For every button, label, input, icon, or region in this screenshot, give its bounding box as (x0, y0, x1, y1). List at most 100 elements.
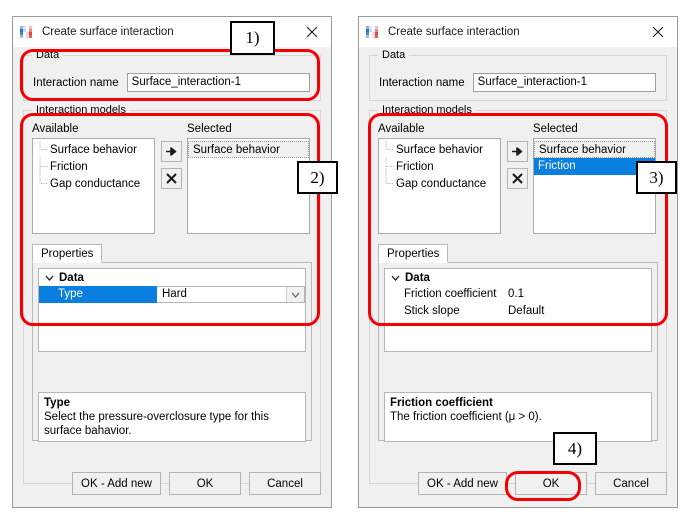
tree-branch-icon (39, 175, 48, 184)
selected-label: Selected (187, 123, 232, 135)
close-icon[interactable] (293, 17, 331, 47)
selected-listbox[interactable]: Surface behavior (187, 138, 310, 234)
chevron-down-icon[interactable] (389, 271, 402, 284)
available-listbox[interactable]: Surface behavior Friction Gap conductanc… (378, 138, 501, 234)
description-box: Type Select the pressure-overclosure typ… (38, 392, 306, 442)
available-column: Available Surface behavior Friction Gap … (378, 123, 501, 234)
list-item-label: Surface behavior (396, 143, 483, 156)
list-item-label: Surface behavior (50, 143, 137, 156)
interaction-name-label: Interaction name (33, 76, 119, 89)
transfer-buttons (501, 123, 533, 195)
properties-panel: Data Type Hard Type Select the pressure-… (32, 263, 312, 442)
lists-row: Available Surface behavior Friction Gap … (378, 123, 658, 234)
list-item[interactable]: Surface behavior (33, 141, 154, 158)
data-group: Data Interaction name Surface_interactio… (23, 49, 321, 101)
interaction-models-group: Interaction models Available Surface beh… (369, 104, 667, 484)
list-item[interactable]: Surface behavior (379, 141, 500, 158)
available-listbox[interactable]: Surface behavior Friction Gap conductanc… (32, 138, 155, 234)
close-icon[interactable] (639, 17, 677, 47)
property-row[interactable]: Stick slope Default (385, 303, 651, 320)
property-value[interactable]: Default (503, 303, 651, 320)
transfer-buttons (155, 123, 187, 195)
property-grid[interactable]: Data Type Hard (38, 268, 306, 352)
data-group-legend: Data (378, 49, 410, 61)
cancel-button[interactable]: Cancel (595, 472, 667, 495)
property-category-row[interactable]: Data (385, 269, 651, 286)
description-title: Friction coefficient (390, 397, 493, 409)
abaqus-mesh-icon (20, 25, 32, 38)
tabstrip: Properties (378, 243, 658, 263)
list-item[interactable]: Gap conductance (33, 175, 154, 192)
property-name[interactable]: Type (39, 286, 157, 303)
description-text: Select the pressure-overclosure type for… (44, 411, 269, 437)
dialog-title: Create surface interaction (42, 26, 174, 38)
chevron-down-icon[interactable] (286, 287, 304, 302)
list-item[interactable]: Friction (379, 158, 500, 175)
property-category-label: Data (405, 271, 430, 284)
lists-row: Available Surface behavior Friction Gap … (32, 123, 312, 234)
ok-add-new-button[interactable]: OK - Add new (72, 472, 161, 495)
list-item[interactable]: Surface behavior (188, 141, 309, 158)
dialog-body: Data Interaction name Surface_interactio… (13, 47, 331, 507)
dialog-body: Data Interaction name Surface_interactio… (359, 47, 677, 507)
close-x-icon[interactable] (160, 168, 182, 189)
property-name[interactable]: Friction coefficient (385, 286, 503, 303)
dialog-footer: OK - Add new OK Cancel (369, 472, 667, 495)
property-value[interactable]: Hard (157, 286, 305, 303)
dialog-title: Create surface interaction (388, 26, 520, 38)
ok-add-new-button[interactable]: OK - Add new (418, 472, 507, 495)
property-category-label: Data (59, 271, 84, 284)
list-item[interactable]: Surface behavior (534, 141, 655, 158)
annotation-label-3: 3) (636, 161, 677, 194)
abaqus-mesh-icon (366, 25, 378, 38)
list-item-label: Gap conductance (50, 177, 141, 190)
data-group: Data Interaction name Surface_interactio… (369, 49, 667, 101)
tree-branch-icon (385, 141, 394, 150)
tab-properties[interactable]: Properties (378, 244, 449, 263)
arrow-right-icon[interactable] (506, 141, 528, 162)
interaction-name-input[interactable]: Surface_interaction-1 (472, 73, 656, 92)
property-value[interactable]: 0.1 (503, 286, 651, 303)
description-box: Friction coefficient The friction coeffi… (384, 392, 652, 442)
ok-button[interactable]: OK (169, 472, 241, 495)
cancel-button[interactable]: Cancel (249, 472, 321, 495)
annotation-label-1: 1) (230, 21, 275, 55)
annotation-label-2: 2) (297, 161, 338, 194)
properties-panel: Data Friction coefficient 0.1 Stick slop… (378, 263, 658, 442)
selected-label: Selected (533, 123, 578, 135)
ok-button[interactable]: OK (515, 472, 587, 495)
tab-properties[interactable]: Properties (32, 244, 103, 263)
arrow-right-icon[interactable] (160, 141, 182, 162)
chevron-down-icon[interactable] (43, 271, 56, 284)
interaction-name-label: Interaction name (379, 76, 465, 89)
tree-branch-icon (39, 141, 48, 150)
dialog-footer: OK - Add new OK Cancel (23, 472, 321, 495)
tabstrip: Properties (32, 243, 312, 263)
property-row[interactable]: Type Hard (39, 286, 305, 303)
titlebar: Create surface interaction (13, 17, 331, 47)
available-label: Available (32, 123, 79, 135)
property-category-row[interactable]: Data (39, 269, 305, 286)
available-column: Available Surface behavior Friction Gap … (32, 123, 155, 234)
list-item-label: Friction (396, 160, 434, 173)
list-item-label: Friction (50, 160, 88, 173)
available-label: Available (378, 123, 425, 135)
interaction-models-group: Interaction models Available Surface beh… (23, 104, 321, 484)
list-item[interactable]: Gap conductance (379, 175, 500, 192)
interaction-models-legend: Interaction models (378, 104, 476, 116)
interaction-name-input[interactable]: Surface_interaction-1 (126, 73, 310, 92)
close-x-icon[interactable] (506, 168, 528, 189)
list-item[interactable]: Friction (33, 158, 154, 175)
description-title: Type (44, 397, 70, 409)
annotation-label-4: 4) (553, 432, 597, 465)
property-value-text: Hard (162, 288, 187, 300)
tree-branch-icon (385, 175, 394, 184)
titlebar: Create surface interaction (359, 17, 677, 47)
selected-column: Selected Surface behavior (187, 123, 310, 234)
property-row[interactable]: Friction coefficient 0.1 (385, 286, 651, 303)
tree-branch-icon (39, 158, 48, 175)
interaction-models-legend: Interaction models (32, 104, 130, 116)
list-item-label: Gap conductance (396, 177, 487, 190)
property-grid[interactable]: Data Friction coefficient 0.1 Stick slop… (384, 268, 652, 352)
property-name[interactable]: Stick slope (385, 303, 503, 320)
